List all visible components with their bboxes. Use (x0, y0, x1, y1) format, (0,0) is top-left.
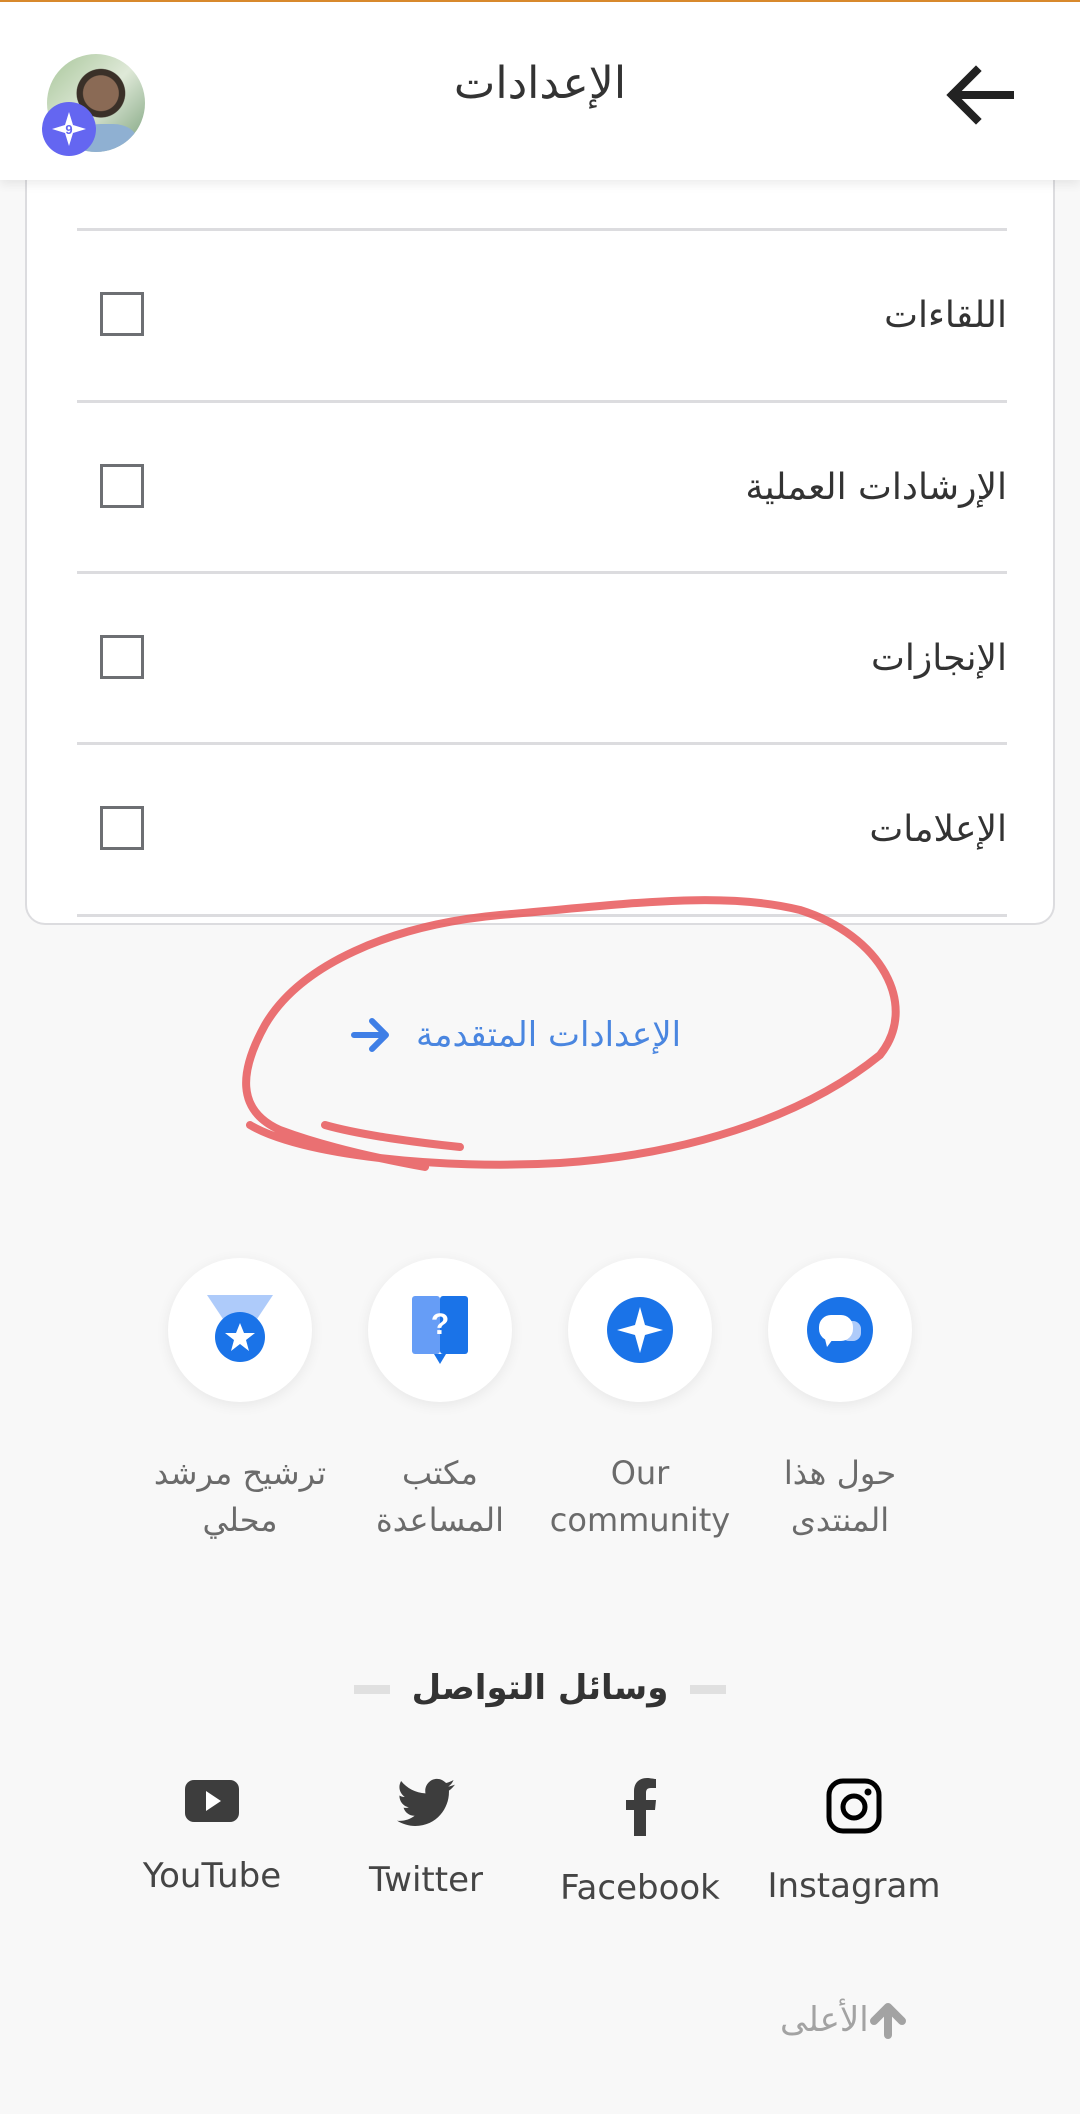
setting-row-notifications: الإعلامات (77, 745, 1007, 915)
divider-dash (690, 1685, 727, 1694)
quick-link-label: ترشيح مرشد محلي (153, 1454, 327, 1539)
social-label: Facebook (560, 1868, 720, 1908)
setting-label: الإنجازات (870, 638, 1007, 679)
svg-text:9: 9 (65, 122, 72, 137)
sparkle-star-icon (607, 1297, 673, 1363)
setting-row-meetings: اللقاءات (77, 231, 1007, 401)
app-header: 9 الإعدادات (0, 2, 1080, 180)
setting-label: اللقاءات (884, 295, 1007, 336)
top-accent-line (0, 0, 1080, 2)
arrow-right-icon (351, 1018, 389, 1052)
divider (77, 914, 1007, 917)
quick-link-help-desk[interactable]: ? مكتب المساعدة (340, 1258, 540, 1544)
quick-link-circle[interactable] (568, 1258, 712, 1402)
quick-link-circle[interactable] (768, 1258, 912, 1402)
setting-row-achievements: الإنجازات (77, 574, 1007, 744)
chat-bubbles-icon (807, 1297, 873, 1363)
quick-link-circle[interactable] (168, 1258, 312, 1402)
level-badge-icon: 9 (42, 102, 96, 156)
youtube-icon (185, 1780, 239, 1822)
twitter-icon (397, 1778, 455, 1826)
quick-link-community[interactable]: Our community (540, 1258, 740, 1544)
checkbox[interactable] (100, 806, 144, 850)
svg-text:?: ? (431, 1308, 449, 1341)
advanced-settings-link[interactable]: الإعدادات المتقدمة (350, 1005, 730, 1065)
social-label: Instagram (767, 1866, 941, 1906)
instagram-icon (826, 1778, 882, 1834)
social-link-twitter[interactable]: Twitter (326, 1778, 526, 1900)
back-to-top-label: الأعلى (780, 2000, 869, 2040)
advanced-settings-label: الإعدادات المتقدمة (416, 1015, 682, 1055)
quick-link-circle[interactable]: ? (368, 1258, 512, 1402)
social-link-facebook[interactable]: Facebook (540, 1778, 740, 1908)
page-title: الإعدادات (453, 58, 627, 109)
divider-dash (353, 1685, 390, 1694)
facebook-icon (626, 1778, 656, 1836)
checkbox[interactable] (100, 464, 144, 508)
settings-card: اللقاءات الإرشادات العملية الإنجازات الإ… (25, 150, 1055, 925)
setting-label: الإعلامات (869, 809, 1007, 850)
social-link-youtube[interactable]: YouTube (112, 1778, 312, 1896)
quick-link-label: حول هذا المنتدى (783, 1454, 897, 1539)
medal-star-icon (207, 1295, 273, 1362)
arrow-up-icon (869, 2003, 906, 2039)
social-heading: وسائل التواصل (0, 1668, 1080, 1708)
quick-link-label: مكتب المساعدة (375, 1454, 505, 1539)
social-link-instagram[interactable]: Instagram (754, 1778, 954, 1906)
setting-label: الإرشادات العملية (745, 467, 1007, 508)
back-button[interactable] (940, 57, 1020, 133)
checkbox[interactable] (100, 292, 144, 336)
back-to-top-link[interactable]: الأعلى (780, 2000, 907, 2040)
checkbox[interactable] (100, 635, 144, 679)
help-question-icon: ? (412, 1296, 468, 1364)
quick-link-about-forum[interactable]: حول هذا المنتدى (740, 1258, 940, 1544)
setting-row-guides: الإرشادات العملية (77, 403, 1007, 573)
social-label: YouTube (142, 1856, 282, 1896)
arrow-left-icon (946, 65, 1014, 125)
quick-link-label: Our community (549, 1454, 731, 1539)
quick-link-nominate-guide[interactable]: ترشيح مرشد محلي (140, 1258, 340, 1544)
social-label: Twitter (369, 1860, 483, 1900)
